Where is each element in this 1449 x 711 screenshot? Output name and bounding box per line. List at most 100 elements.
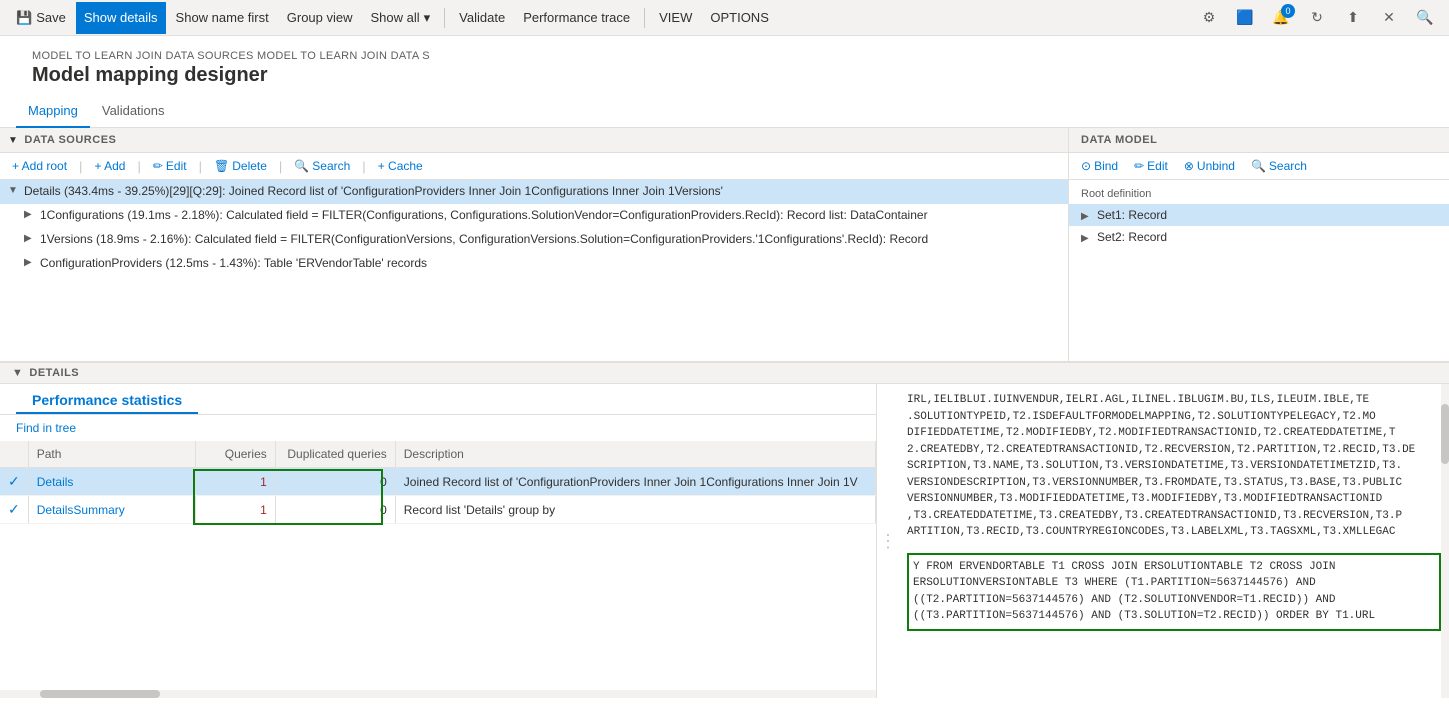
tree-item-1versions[interactable]: ▶ 1Versions (18.9ms - 2.16%): Calculated…: [0, 228, 1068, 252]
dm-item-set1[interactable]: ▶ Set1: Record: [1069, 204, 1449, 226]
data-model-panel: DATA MODEL ⊙ Bind ✏ Edit ⊗ Unbind 🔍 Sear…: [1069, 128, 1449, 361]
show-details-button[interactable]: Show details: [76, 2, 166, 34]
root-definition-label: Root definition: [1069, 184, 1449, 204]
expand-icon-1ver[interactable]: ▶: [24, 233, 36, 244]
data-sources-expand-icon[interactable]: ▼: [8, 135, 18, 146]
collapse-icon-details[interactable]: ▼: [8, 185, 20, 196]
perf-stats-bar: Performance statistics: [0, 384, 876, 415]
view-button[interactable]: VIEW: [651, 2, 700, 34]
validate-button[interactable]: Validate: [451, 2, 513, 34]
data-sources-header: ▼ DATA SOURCES: [0, 128, 1068, 153]
details-content: Performance statistics Find in tree Path…: [0, 384, 1449, 698]
sql-text-upper: IRL,IELIBLUI.IUINVENDUR,IELRI.AGL,ILINEL…: [899, 384, 1449, 549]
bind-icon: ⊙: [1081, 159, 1091, 173]
main-toolbar: 💾 Save Show details Show name first Grou…: [0, 0, 1449, 36]
table-row-detailssummary[interactable]: ✓ DetailsSummary 1 0 Record list 'Detail…: [0, 496, 876, 524]
search-icon-button[interactable]: 🔍: [1409, 2, 1441, 34]
search-dm-icon: 🔍: [1251, 159, 1266, 173]
details-table: Path Queries Duplicated queries Descript…: [0, 441, 876, 524]
edit-dm-icon: ✏: [1134, 159, 1144, 173]
show-all-chevron-icon: ▾: [424, 10, 431, 26]
path-details[interactable]: Details: [28, 468, 195, 496]
col-description: Description: [395, 441, 875, 468]
show-all-button[interactable]: Show all ▾: [363, 2, 439, 34]
table-row-details[interactable]: ✓ Details 1 0 Joined Record list of 'Con…: [0, 468, 876, 496]
tab-validations[interactable]: Validations: [90, 95, 177, 128]
delete-datasource-button[interactable]: 🗑 Delete: [210, 157, 271, 175]
details-expand-icon[interactable]: ▼: [12, 367, 23, 379]
resize-handle[interactable]: ⋮: [877, 384, 899, 698]
separator-1: [444, 8, 445, 28]
dup-detailssummary: 0: [275, 496, 395, 524]
share-icon-button[interactable]: ⬆: [1337, 2, 1369, 34]
refresh-icon-button[interactable]: ↻: [1301, 2, 1333, 34]
expand-icon-1conf[interactable]: ▶: [24, 209, 36, 220]
group-view-button[interactable]: Group view: [279, 2, 361, 34]
separator-2: [644, 8, 645, 28]
check-details: ✓: [0, 468, 28, 496]
tab-mapping[interactable]: Mapping: [16, 95, 90, 128]
save-button[interactable]: 💾 Save: [8, 2, 74, 34]
performance-trace-button[interactable]: Performance trace: [515, 2, 638, 34]
perf-stats-label: Performance statistics: [16, 384, 198, 414]
data-model-toolbar: ⊙ Bind ✏ Edit ⊗ Unbind 🔍 Search: [1069, 153, 1449, 180]
unbind-icon: ⊗: [1184, 159, 1194, 173]
details-table-container: Path Queries Duplicated queries Descript…: [0, 441, 876, 698]
data-sources-panel: ▼ DATA SOURCES + Add root | + Add | ✏ Ed…: [0, 128, 1069, 361]
notification-icon-button[interactable]: 🔔 0: [1265, 2, 1297, 34]
add-root-button[interactable]: + Add root: [8, 157, 71, 175]
path-detailssummary[interactable]: DetailsSummary: [28, 496, 195, 524]
main-layout: ▼ DATA SOURCES + Add root | + Add | ✏ Ed…: [0, 128, 1449, 698]
settings-icon-button[interactable]: ⚙: [1193, 2, 1225, 34]
search-datamodel-button[interactable]: 🔍 Search: [1247, 157, 1311, 175]
v-scrollbar-thumb[interactable]: [1441, 404, 1449, 464]
tree-item-details[interactable]: ▼ Details (343.4ms - 39.25%)[29][Q:29]: …: [0, 180, 1068, 204]
data-sources-toolbar: + Add root | + Add | ✏ Edit | 🗑 Delete |…: [0, 153, 1068, 180]
data-model-content: Root definition ▶ Set1: Record ▶ Set2: R…: [1069, 180, 1449, 361]
cache-button[interactable]: + Cache: [374, 157, 427, 175]
show-name-first-button[interactable]: Show name first: [168, 2, 277, 34]
close-icon-button[interactable]: ✕: [1373, 2, 1405, 34]
options-button[interactable]: OPTIONS: [702, 2, 777, 34]
delete-icon: 🗑: [214, 159, 229, 173]
col-queries: Queries: [195, 441, 275, 468]
search-icon: 🔍: [294, 159, 309, 173]
unbind-button[interactable]: ⊗ Unbind: [1180, 157, 1239, 175]
find-in-tree-link[interactable]: Find in tree: [0, 415, 876, 441]
bind-button[interactable]: ⊙ Bind: [1077, 157, 1122, 175]
top-right-icons: ⚙ 🟦 🔔 0 ↻ ⬆ ✕ 🔍: [1193, 2, 1441, 34]
dup-details: 0: [275, 468, 395, 496]
desc-details: Joined Record list of 'ConfigurationProv…: [395, 468, 875, 496]
expand-icon-cp[interactable]: ▶: [24, 257, 36, 268]
breadcrumb: MODEL TO LEARN JOIN DATA SOURCES MODEL T…: [16, 44, 1433, 64]
details-left-panel: Performance statistics Find in tree Path…: [0, 384, 877, 698]
tree-item-1configurations[interactable]: ▶ 1Configurations (19.1ms - 2.18%): Calc…: [0, 204, 1068, 228]
expand-set1-icon[interactable]: ▶: [1081, 211, 1093, 222]
edit-datamodel-button[interactable]: ✏ Edit: [1130, 157, 1172, 175]
expand-set2-icon[interactable]: ▶: [1081, 233, 1093, 244]
vertical-scrollbar[interactable]: [1441, 384, 1449, 698]
page-title: Model mapping designer: [16, 64, 1433, 95]
edit-datasource-button[interactable]: ✏ Edit: [149, 157, 191, 175]
lower-section: ▼ DETAILS Performance statistics Find in…: [0, 363, 1449, 698]
horizontal-scrollbar[interactable]: [0, 690, 876, 698]
add-button[interactable]: + Add: [90, 157, 129, 175]
h-scrollbar-thumb[interactable]: [40, 690, 160, 698]
check-detailssummary: ✓: [0, 496, 28, 524]
data-sources-tree: ▼ Details (343.4ms - 39.25%)[29][Q:29]: …: [0, 180, 1068, 361]
user-icon-button[interactable]: 🟦: [1229, 2, 1261, 34]
tree-item-configproviders[interactable]: ▶ ConfigurationProviders (12.5ms - 1.43%…: [0, 252, 1068, 276]
details-right-panel: IRL,IELIBLUI.IUINVENDUR,IELRI.AGL,ILINEL…: [899, 384, 1449, 698]
data-model-header: DATA MODEL: [1069, 128, 1449, 153]
search-datasource-button[interactable]: 🔍 Search: [290, 157, 354, 175]
details-header: ▼ DETAILS: [0, 363, 1449, 384]
tabs-container: Mapping Validations: [0, 95, 1449, 128]
dm-item-set2[interactable]: ▶ Set2: Record: [1069, 226, 1449, 248]
desc-detailssummary: Record list 'Details' group by: [395, 496, 875, 524]
queries-detailssummary: 1: [195, 496, 275, 524]
save-icon: 💾: [16, 10, 32, 26]
col-duplicated: Duplicated queries: [275, 441, 395, 468]
sql-text-highlight: Y FROM ERVENDORTABLE T1 CROSS JOIN ERSOL…: [907, 553, 1441, 631]
edit-icon: ✏: [153, 159, 163, 173]
queries-details: 1: [195, 468, 275, 496]
